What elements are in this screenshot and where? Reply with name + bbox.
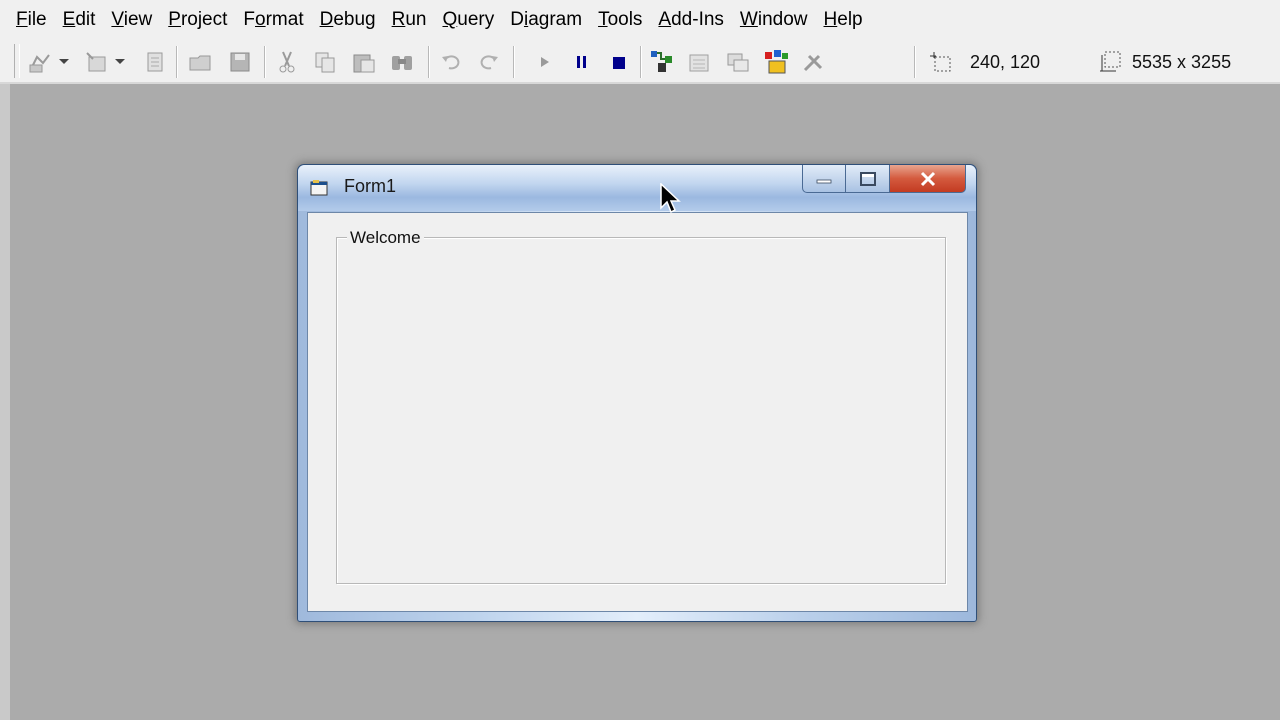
maximize-icon bbox=[859, 171, 876, 186]
position-readout: 240, 120 bbox=[970, 52, 1041, 72]
menu-tools[interactable]: Tools bbox=[590, 0, 650, 40]
project-explorer-icon[interactable] bbox=[647, 47, 677, 77]
add-project-dropdown-icon[interactable] bbox=[56, 47, 72, 77]
redo-icon[interactable] bbox=[474, 47, 504, 77]
add-form-icon[interactable] bbox=[82, 47, 112, 77]
toolbar-grip[interactable] bbox=[14, 44, 20, 78]
mouse-pointer-icon bbox=[660, 182, 682, 220]
form-window[interactable]: Form1 Welcome bbox=[297, 164, 977, 622]
minimize-icon bbox=[816, 179, 832, 183]
open-project-icon[interactable] bbox=[186, 47, 216, 77]
size-icon bbox=[1096, 47, 1126, 77]
menu-window[interactable]: Window bbox=[732, 0, 816, 40]
form-client-area: Welcome bbox=[307, 212, 968, 612]
paste-icon[interactable] bbox=[349, 47, 379, 77]
close-button[interactable] bbox=[890, 165, 966, 193]
menu-debug[interactable]: Debug bbox=[312, 0, 384, 40]
menu-edit[interactable]: Edit bbox=[55, 0, 104, 40]
start-icon[interactable] bbox=[530, 47, 560, 77]
undo-icon[interactable] bbox=[436, 47, 466, 77]
menu-editor-icon[interactable] bbox=[140, 47, 170, 77]
frame-caption: Welcome bbox=[347, 228, 424, 248]
menu-run[interactable]: Run bbox=[384, 0, 435, 40]
find-icon[interactable] bbox=[387, 47, 417, 77]
menu-view[interactable]: View bbox=[103, 0, 160, 40]
mdi-left-edge bbox=[0, 84, 10, 720]
menu-help[interactable]: Help bbox=[816, 0, 871, 40]
cut-icon[interactable] bbox=[272, 47, 302, 77]
menu-project[interactable]: Project bbox=[160, 0, 235, 40]
menu-file[interactable]: File bbox=[0, 0, 55, 40]
menu-bar: File Edit View Project Format Debug Run … bbox=[0, 0, 1280, 40]
close-icon bbox=[920, 171, 935, 186]
menu-diagram[interactable]: Diagram bbox=[502, 0, 590, 40]
add-form-dropdown-icon[interactable] bbox=[112, 47, 128, 77]
menu-add-ins[interactable]: Add-Ins bbox=[650, 0, 732, 40]
add-project-icon[interactable] bbox=[26, 47, 56, 77]
end-icon[interactable] bbox=[604, 47, 634, 77]
position-icon bbox=[926, 47, 956, 77]
form-icon bbox=[310, 179, 330, 202]
size-readout: 5535 x 3255 bbox=[1132, 52, 1232, 72]
form-title: Form1 bbox=[344, 176, 397, 196]
welcome-frame[interactable]: Welcome bbox=[336, 228, 946, 584]
standard-toolbar bbox=[0, 40, 1280, 84]
break-icon[interactable] bbox=[567, 47, 597, 77]
object-browser-icon[interactable] bbox=[762, 47, 792, 77]
form-layout-icon[interactable] bbox=[723, 47, 753, 77]
minimize-button[interactable] bbox=[802, 165, 846, 193]
save-project-icon[interactable] bbox=[225, 47, 255, 77]
form-titlebar[interactable]: Form1 bbox=[298, 165, 976, 211]
properties-window-icon[interactable] bbox=[685, 47, 715, 77]
toolbox-icon[interactable] bbox=[799, 47, 829, 77]
copy-icon[interactable] bbox=[310, 47, 340, 77]
maximize-button[interactable] bbox=[846, 165, 890, 193]
menu-query[interactable]: Query bbox=[434, 0, 502, 40]
menu-format[interactable]: Format bbox=[235, 0, 311, 40]
